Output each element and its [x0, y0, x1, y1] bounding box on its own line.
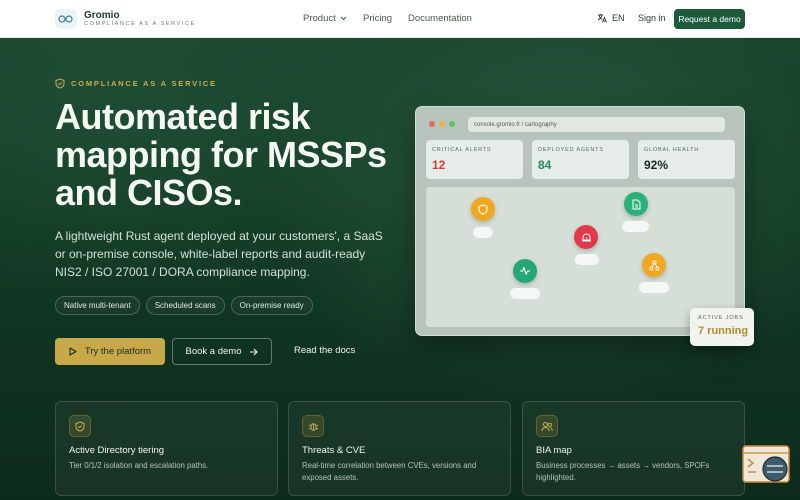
window-minimize-dot: [439, 121, 445, 127]
language-switcher[interactable]: EN: [597, 13, 625, 23]
map-node-shield[interactable]: [471, 197, 495, 221]
stat-global-health: GLOBAL HEALTH 92%: [638, 140, 735, 179]
feature-title: Threats & CVE: [302, 445, 366, 456]
try-platform-button[interactable]: Try the platform: [55, 338, 165, 365]
alert-icon: [581, 232, 591, 241]
feature-card-bia-map[interactable]: BIA map Business processes → assets → ve…: [522, 401, 745, 496]
map-node-alert[interactable]: [574, 225, 598, 249]
map-node-label: [473, 227, 493, 238]
arrow-right-icon: [250, 348, 259, 355]
stat-value: 12: [432, 158, 446, 172]
stat-value: 92%: [644, 158, 669, 172]
map-node-activity[interactable]: [513, 259, 537, 283]
try-platform-label: Try the platform: [84, 346, 152, 357]
chip-multi-tenant: Native multi-tenant: [55, 296, 140, 315]
active-jobs-badge: ACTIVE JOBS 7 running: [690, 308, 754, 346]
feature-title: BIA map: [536, 445, 572, 456]
chevron-down-icon: [340, 16, 347, 21]
read-docs-link[interactable]: Read the docs: [294, 345, 355, 356]
feature-card-threats-cve[interactable]: Threats & CVE Real-time correlation betw…: [288, 401, 511, 496]
console-preview: console.gromio.fr / cartography CRITICAL…: [415, 106, 745, 336]
network-icon: [649, 260, 659, 270]
request-demo-button[interactable]: Request a demo: [674, 9, 745, 29]
document-icon: [632, 199, 640, 209]
active-jobs-value: 7 running: [698, 325, 749, 337]
hero-description: A lightweight Rust agent deployed at you…: [55, 229, 383, 279]
console-url-bar: console.gromio.fr / cartography: [468, 117, 725, 132]
cartography-map: [426, 187, 735, 327]
window-maximize-dot: [449, 121, 455, 127]
brand-logo-icon[interactable]: [55, 9, 77, 29]
sign-in-link[interactable]: Sign in: [638, 13, 666, 23]
feature-description: Real-time correlation between CVEs, vers…: [302, 461, 477, 482]
stat-label: CRITICAL ALERTS: [432, 147, 492, 153]
stat-deployed-agents: DEPLOYED AGENTS 84: [532, 140, 629, 179]
chip-on-premise: On-premise ready: [230, 296, 313, 315]
feature-card-ad-tiering[interactable]: Active Directory tiering Tier 0/1/2 isol…: [55, 401, 278, 496]
stat-value: 84: [538, 158, 552, 172]
book-demo-label: Book a demo: [185, 346, 242, 357]
chip-scheduled-scans: Scheduled scans: [145, 296, 225, 315]
hero-eyebrow: COMPLIANCE AS A SERVICE: [55, 78, 217, 89]
play-icon: [69, 347, 77, 356]
bug-icon: [302, 415, 324, 437]
shield-icon: [55, 78, 65, 89]
feature-description: Tier 0/1/2 isolation and escalation path…: [69, 461, 209, 470]
eyebrow-text: COMPLIANCE AS A SERVICE: [71, 79, 217, 88]
nav-product-label: Product: [303, 13, 336, 24]
window-close-dot: [429, 121, 435, 127]
chat-widget-icon[interactable]: [742, 445, 790, 485]
top-nav-bar: Gromio COMPLIANCE AS A SERVICE Product P…: [0, 0, 800, 38]
language-label: EN: [612, 13, 625, 23]
stat-critical-alerts: CRITICAL ALERTS 12: [426, 140, 523, 179]
hero-title: Automated risk mapping for MSSPs and CIS…: [55, 96, 387, 213]
active-jobs-label: ACTIVE JOBS: [698, 315, 744, 321]
map-node-document[interactable]: [624, 192, 648, 216]
stat-label: DEPLOYED AGENTS: [538, 147, 604, 153]
activity-icon: [520, 266, 530, 276]
shield-icon: [69, 415, 91, 437]
brand-name[interactable]: Gromio: [84, 10, 120, 21]
nav-pricing[interactable]: Pricing: [363, 13, 392, 24]
brand-tagline: COMPLIANCE AS A SERVICE: [84, 21, 196, 27]
book-demo-button[interactable]: Book a demo: [172, 338, 272, 365]
nav-product[interactable]: Product: [303, 13, 347, 24]
map-node-label: [639, 282, 669, 293]
stat-label: GLOBAL HEALTH: [644, 147, 700, 153]
feature-description: Business processes → assets → vendors, S…: [536, 461, 710, 482]
feature-chips: Native multi-tenant Scheduled scans On-p…: [55, 296, 313, 315]
map-node-label: [575, 254, 599, 265]
users-icon: [536, 415, 558, 437]
shield-icon: [478, 203, 488, 215]
map-node-network[interactable]: [642, 253, 666, 277]
nav-documentation[interactable]: Documentation: [408, 13, 472, 24]
map-node-label: [510, 288, 540, 299]
feature-title: Active Directory tiering: [69, 445, 165, 456]
map-node-label: [622, 221, 649, 232]
translate-icon: [597, 14, 607, 23]
